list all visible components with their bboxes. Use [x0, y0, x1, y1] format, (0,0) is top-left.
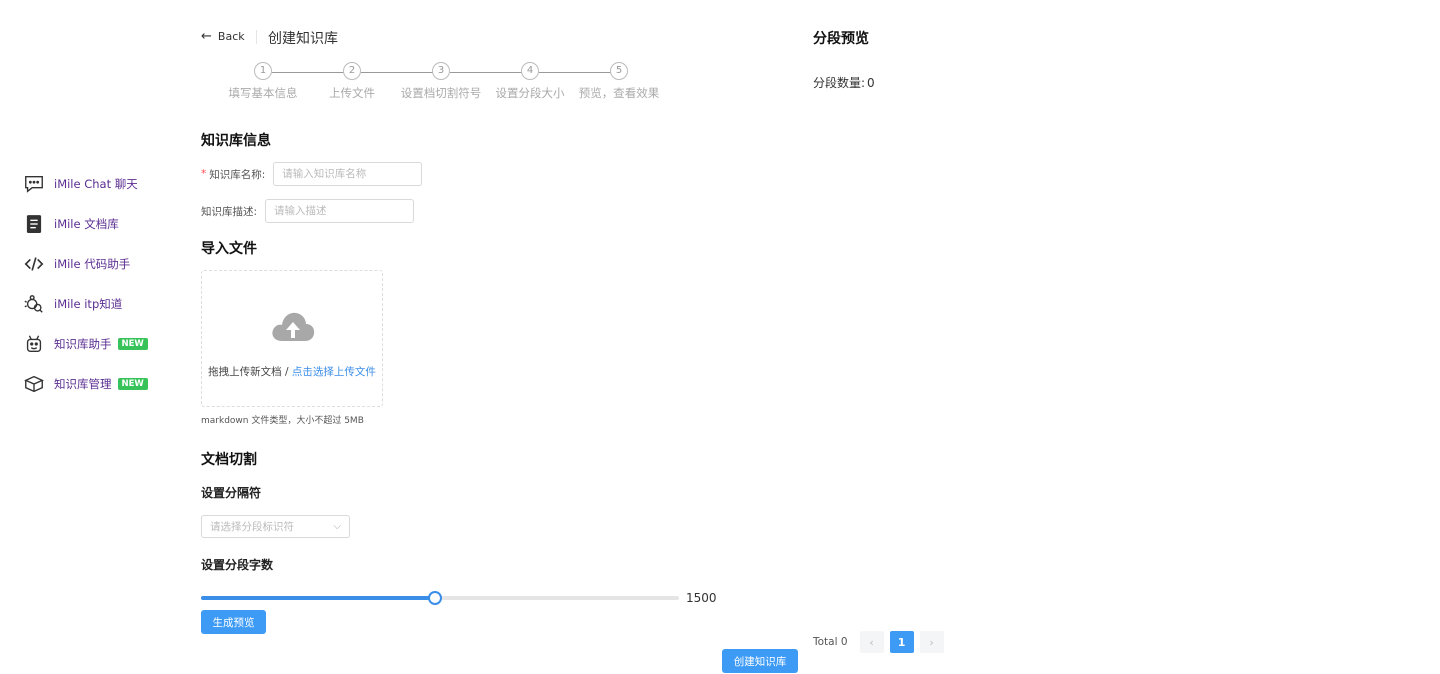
- step-label: 上传文件: [329, 86, 375, 100]
- pagination-total: Total 0: [813, 636, 848, 648]
- description-input[interactable]: [265, 199, 415, 223]
- step-5: 5 预览，查看效果: [569, 62, 669, 101]
- sidebar-item-itp[interactable]: iMile itp知道: [22, 284, 172, 324]
- select-file-link[interactable]: 点击选择上传文件: [292, 366, 376, 378]
- step-label: 填写基本信息: [228, 86, 298, 100]
- back-button[interactable]: ← Back: [201, 29, 245, 44]
- segment-count: 分段数量: 0: [813, 74, 875, 91]
- steps: 1 填写基本信息 2 上传文件 3 设置档切割符号 4 设置分段大小 5 预览，…: [215, 62, 675, 107]
- slider-handle[interactable]: [428, 591, 442, 605]
- pagination: Total 0 ‹ 1 ›: [813, 631, 950, 653]
- create-kb-button[interactable]: 创建知识库: [722, 649, 798, 673]
- upload-text: 拖拽上传新文档 / 点击选择上传文件: [202, 364, 382, 379]
- name-label: 知识库名称:: [209, 168, 266, 181]
- size-title: 设置分段字数: [201, 558, 274, 572]
- desc-label: 知识库描述:: [201, 205, 258, 218]
- sidebar-item-label: iMile 文档库: [54, 217, 119, 231]
- sidebar-item-code[interactable]: iMile 代码助手: [22, 244, 172, 284]
- upload-hint: markdown 文件类型，大小不超过 5MB: [201, 416, 364, 426]
- segment-size-slider[interactable]: [201, 590, 679, 606]
- page-title: 创建知识库: [268, 31, 338, 47]
- separator-select[interactable]: 请选择分段标识符 ⌵: [201, 515, 350, 538]
- step-label: 预览，查看效果: [578, 86, 660, 100]
- back-label: Back: [217, 30, 245, 43]
- step-number: 3: [432, 62, 450, 80]
- segment-count-label: 分段数量:: [813, 76, 866, 90]
- new-badge: NEW: [117, 378, 148, 390]
- sidebar-item-kb-manage[interactable]: 知识库管理 NEW: [22, 364, 172, 404]
- split-section-title: 文档切割: [201, 452, 257, 468]
- box-icon: [22, 372, 46, 396]
- step-label: 设置档切割符号: [400, 86, 482, 100]
- import-section-title: 导入文件: [201, 241, 257, 257]
- separator-placeholder: 请选择分段标识符: [210, 521, 294, 533]
- separator-title: 设置分隔符: [201, 486, 262, 500]
- chat-bubble-icon: [22, 172, 46, 196]
- generate-preview-button[interactable]: 生成预览: [201, 610, 266, 634]
- step-1: 1 填写基本信息: [213, 62, 313, 101]
- drag-text: 拖拽上传新文档 /: [208, 366, 292, 378]
- upload-dropzone[interactable]: 拖拽上传新文档 / 点击选择上传文件: [201, 270, 383, 407]
- required-mark: *: [201, 168, 207, 180]
- arrow-left-icon: ←: [201, 29, 212, 44]
- step-number: 5: [610, 62, 628, 80]
- step-number: 2: [343, 62, 361, 80]
- sidebar-item-docs[interactable]: iMile 文档库: [22, 204, 172, 244]
- sidebar-item-label: 知识库助手: [54, 337, 112, 351]
- new-badge: NEW: [117, 338, 148, 350]
- document-icon: [22, 212, 46, 236]
- slider-track: [201, 596, 435, 600]
- sidebar: iMile Chat 聊天 iMile 文档库 iMile 代码助手 iMile…: [22, 164, 172, 404]
- page-button-current[interactable]: 1: [889, 631, 914, 653]
- cloud-upload-icon: [272, 312, 315, 341]
- step-number: 4: [521, 62, 539, 80]
- desc-row: 知识库描述:: [201, 199, 415, 223]
- sidebar-item-label: 知识库管理: [54, 377, 112, 391]
- sidebar-item-label: iMile Chat 聊天: [54, 177, 138, 191]
- slider-value: 1500: [686, 591, 717, 605]
- step-label: 设置分段大小: [495, 86, 565, 100]
- step-4: 4 设置分段大小: [480, 62, 580, 101]
- sidebar-item-kb-assistant[interactable]: 知识库助手 NEW: [22, 324, 172, 364]
- prev-page-button[interactable]: ‹: [859, 631, 884, 653]
- info-section-title: 知识库信息: [201, 133, 271, 149]
- search-bug-icon: [22, 292, 46, 316]
- name-row: * 知识库名称:: [201, 162, 423, 186]
- step-3: 3 设置档切割符号: [391, 62, 491, 101]
- name-input[interactable]: [273, 162, 423, 186]
- next-page-button[interactable]: ›: [919, 631, 944, 653]
- header-divider: [256, 30, 257, 44]
- step-2: 2 上传文件: [302, 62, 402, 101]
- step-number: 1: [254, 62, 272, 80]
- robot-icon: [22, 332, 46, 356]
- preview-title: 分段预览: [813, 31, 869, 47]
- code-icon: [22, 252, 46, 276]
- sidebar-item-label: iMile 代码助手: [54, 257, 131, 271]
- sidebar-item-label: iMile itp知道: [54, 297, 123, 311]
- sidebar-item-chat[interactable]: iMile Chat 聊天: [22, 164, 172, 204]
- chevron-down-icon: ⌵: [333, 521, 341, 532]
- segment-count-value: 0: [867, 76, 875, 90]
